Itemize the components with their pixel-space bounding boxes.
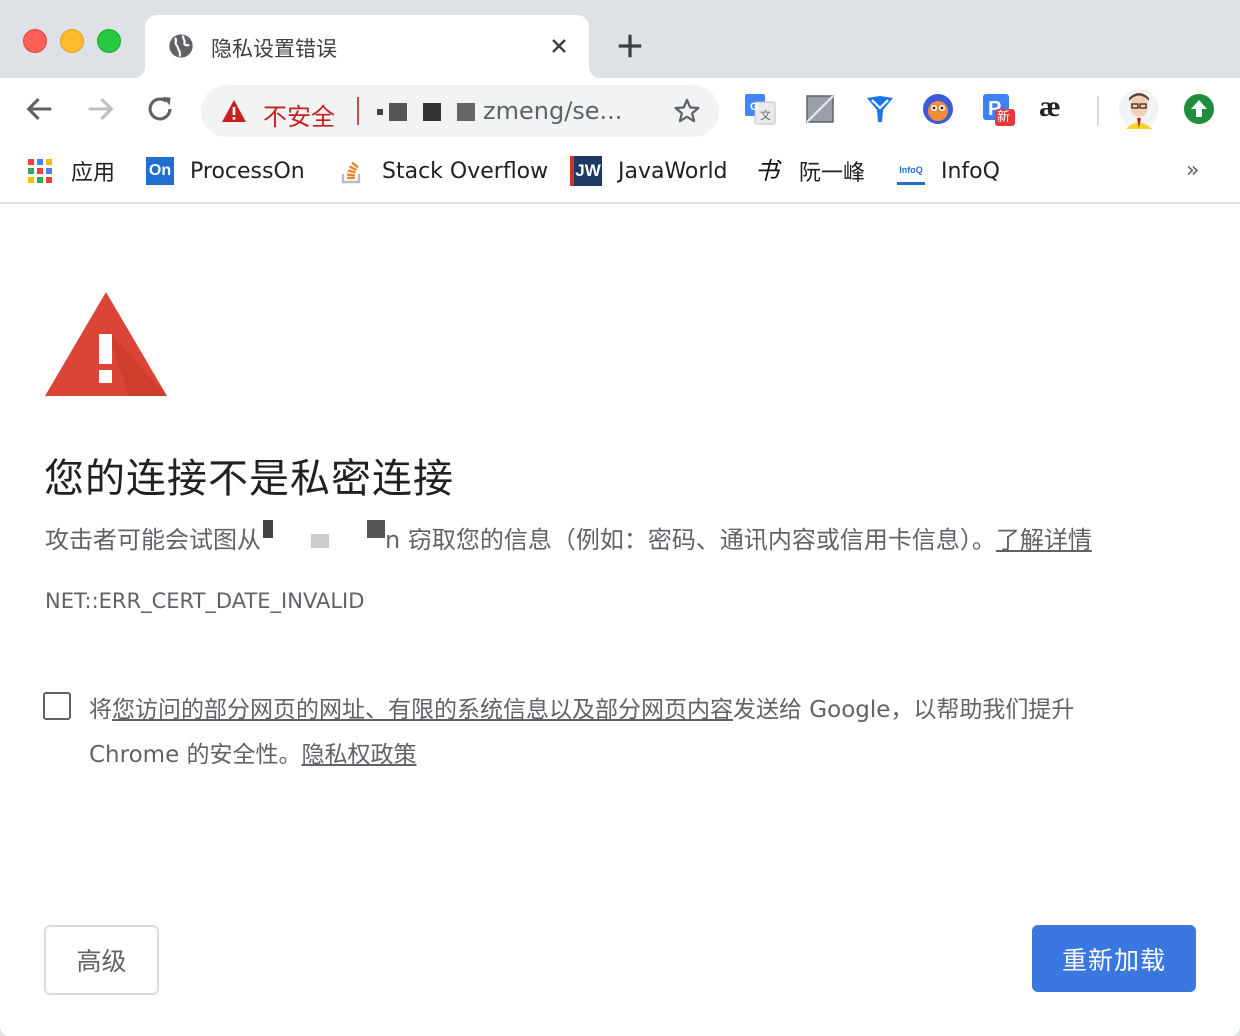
bookmark-processon[interactable]: On ProcessOn bbox=[146, 156, 305, 186]
close-icon[interactable] bbox=[547, 34, 571, 58]
redacted-mark bbox=[263, 520, 273, 538]
description-middle: n 窃取您的信息（例如：密码、通讯内容或信用卡信息）。 bbox=[385, 526, 996, 554]
bookmarks-overflow-button[interactable]: » bbox=[1186, 158, 1199, 183]
infoq-icon: InfoQ bbox=[897, 157, 925, 185]
bookmark-infoq[interactable]: InfoQ InfoQ bbox=[897, 156, 1000, 186]
learn-more-link[interactable]: 了解详情 bbox=[996, 526, 1092, 554]
calligraphy-icon: 书 bbox=[755, 157, 779, 185]
owl-avatar-icon[interactable] bbox=[921, 92, 955, 126]
gray-square-icon[interactable] bbox=[803, 92, 837, 126]
globe-icon bbox=[169, 34, 193, 58]
url-text[interactable]: zmeng/se... bbox=[377, 97, 622, 125]
bookmark-javaworld[interactable]: JW JavaWorld bbox=[570, 156, 728, 186]
error-code: NET::ERR_CERT_DATE_INVALID bbox=[45, 589, 365, 613]
bookmark-apps[interactable]: 应用 bbox=[28, 156, 115, 186]
browser-window: 隐私设置错误 不安全 zmeng/se... G 文 P 新 æ 应用 On P… bbox=[0, 0, 1240, 1036]
window-minimize-button[interactable] bbox=[60, 29, 84, 53]
bookmark-label: 应用 bbox=[71, 161, 116, 186]
svg-text:G: G bbox=[750, 101, 759, 113]
omnibox-divider bbox=[357, 97, 359, 125]
error-description: 攻击者可能会试图从 n 窃取您的信息（例如：密码、通讯内容或信用卡信息）。了解详情 bbox=[45, 520, 1092, 555]
bookmark-ruanyifeng[interactable]: 书 阮一峰 bbox=[755, 156, 865, 186]
processon-icon: On bbox=[146, 157, 174, 185]
redacted-mark bbox=[311, 534, 329, 548]
redacted-mark bbox=[457, 103, 475, 121]
ae-icon[interactable]: æ bbox=[1039, 92, 1073, 126]
plus-icon[interactable] bbox=[615, 31, 645, 61]
reload-button[interactable]: 重新加载 bbox=[1032, 925, 1196, 992]
redacted-mark bbox=[423, 103, 441, 121]
toolbar-divider bbox=[1097, 96, 1099, 126]
privacy-policy-link[interactable]: 隐私权政策 bbox=[302, 742, 417, 768]
bookmark-label: Stack Overflow bbox=[382, 158, 549, 184]
stackoverflow-icon bbox=[341, 161, 361, 184]
bookmark-label: InfoQ bbox=[941, 158, 1000, 184]
bookmark-label: 阮一峰 bbox=[799, 161, 866, 186]
p-new-icon[interactable]: P 新 bbox=[981, 92, 1015, 126]
advanced-button[interactable]: 高级 bbox=[44, 925, 159, 995]
warning-icon[interactable] bbox=[221, 99, 247, 123]
window-close-button[interactable] bbox=[23, 29, 47, 53]
redacted-mark bbox=[377, 109, 383, 115]
arrow-left-icon[interactable] bbox=[23, 92, 57, 126]
optin-prefix: 将 bbox=[89, 697, 112, 723]
interstitial-page: 您的连接不是私密连接 攻击者可能会试图从 n 窃取您的信息（例如：密码、通讯内容或… bbox=[0, 206, 1240, 1036]
window-zoom-button[interactable] bbox=[97, 29, 121, 53]
tab-strip: 隐私设置错误 bbox=[0, 0, 1240, 78]
extension-new-badge: 新 bbox=[997, 110, 1011, 125]
redacted-mark bbox=[389, 103, 407, 121]
page-title: 您的连接不是私密连接 bbox=[44, 456, 454, 502]
url-visible-part: zmeng/se... bbox=[483, 97, 623, 125]
javaworld-icon: JW bbox=[570, 156, 602, 186]
extended-reporting-text: 将您访问的部分网页的网址、有限的系统信息以及部分网页内容发送给 Google，以… bbox=[89, 688, 1149, 778]
reload-icon[interactable] bbox=[143, 92, 177, 126]
warning-triangle-icon bbox=[45, 292, 167, 396]
bookmark-stackoverflow[interactable]: Stack Overflow bbox=[338, 156, 548, 186]
star-icon[interactable] bbox=[673, 97, 701, 125]
tab-active[interactable]: 隐私设置错误 bbox=[133, 15, 601, 78]
address-bar[interactable]: 不安全 zmeng/se... bbox=[201, 85, 719, 137]
profile-avatar-icon[interactable] bbox=[1118, 88, 1160, 130]
google-translate-icon[interactable]: G 文 bbox=[743, 92, 777, 126]
toolbar: 不安全 zmeng/se... G 文 P 新 æ bbox=[0, 78, 1240, 144]
redacted-mark bbox=[367, 520, 385, 538]
y-shield-icon[interactable] bbox=[863, 92, 897, 126]
svg-text:文: 文 bbox=[760, 108, 771, 122]
tab-title: 隐私设置错误 bbox=[211, 37, 337, 61]
bookmark-label: ProcessOn bbox=[190, 158, 305, 184]
extended-reporting-checkbox[interactable] bbox=[43, 692, 71, 720]
bookmark-label: JavaWorld bbox=[618, 158, 728, 184]
security-status-label[interactable]: 不安全 bbox=[263, 97, 335, 132]
apps-grid-icon bbox=[28, 159, 52, 183]
arrow-right-icon[interactable] bbox=[83, 92, 117, 126]
optin-details-link[interactable]: 您访问的部分网页的网址、有限的系统信息以及部分网页内容 bbox=[112, 697, 733, 723]
bookmarks-bar: 应用 On ProcessOn Stack Overflow JW JavaWo… bbox=[0, 144, 1240, 204]
description-prefix: 攻击者可能会试图从 bbox=[45, 526, 261, 554]
upload-circle-icon[interactable] bbox=[1182, 92, 1216, 126]
